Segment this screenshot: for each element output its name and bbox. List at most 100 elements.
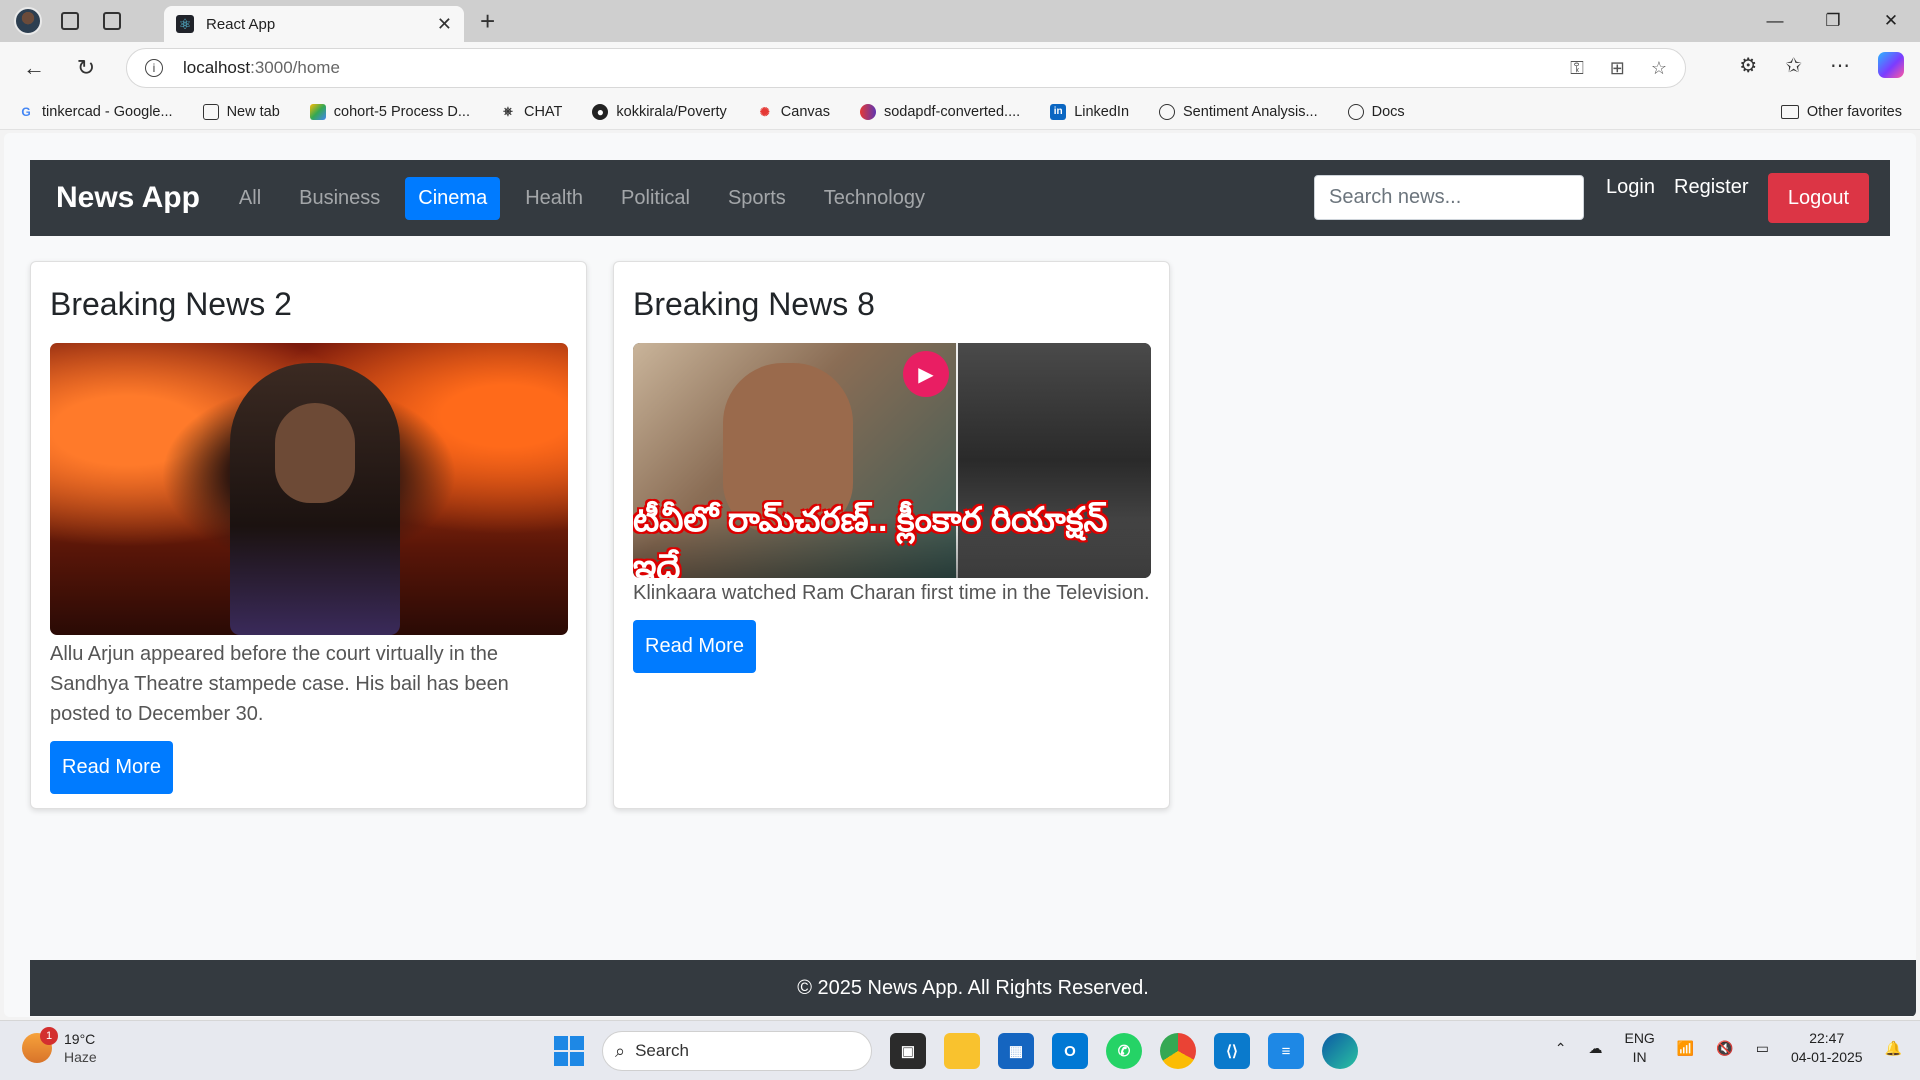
category-technology[interactable]: Technology	[811, 177, 938, 220]
vertical-tabs-icon[interactable]	[98, 7, 126, 35]
bookmark-item[interactable]: New tab	[202, 103, 280, 120]
start-tile	[570, 1036, 584, 1050]
folder-icon	[1780, 104, 1799, 119]
wifi-icon[interactable]: 📶	[1677, 1040, 1694, 1057]
weather-icon: 1	[22, 1027, 58, 1063]
bookmark-item[interactable]: Gtinkercad - Google...	[18, 103, 173, 120]
linkedin-icon: in	[1050, 103, 1067, 120]
notification-badge: 1	[40, 1027, 58, 1045]
speaker-muted-icon[interactable]: 🔇	[1716, 1040, 1733, 1057]
category-health[interactable]: Health	[512, 177, 596, 220]
close-window-icon[interactable]: ✕	[1862, 0, 1920, 42]
weather-widget[interactable]: 1 19°C Haze	[22, 1027, 97, 1066]
start-tile	[554, 1036, 568, 1050]
category-nav: All Business Cinema Health Political Spo…	[226, 176, 938, 220]
login-link[interactable]: Login	[1606, 176, 1655, 199]
card-description: Klinkaara watched Ram Charan first time …	[633, 582, 1150, 604]
news-card: Breaking News 2 Allu Arjun appeared befo…	[30, 261, 587, 809]
key-icon[interactable]: ⚿	[1570, 58, 1584, 79]
register-link[interactable]: Register	[1674, 176, 1748, 199]
bookmark-item[interactable]: ● kokkirala/Poverty	[592, 103, 727, 120]
address-bar[interactable]: i localhost:3000/home ⚿ ⊞ ☆	[126, 48, 1686, 88]
new-tab-icon[interactable]: +	[480, 6, 495, 37]
bookmark-item[interactable]: ✺ Canvas	[757, 104, 830, 120]
bookmark-label: CHAT	[523, 103, 563, 120]
apps-icon[interactable]: ⊞	[1610, 58, 1625, 79]
vscode-icon[interactable]: ⟨⟩	[1214, 1033, 1250, 1069]
close-tab-icon[interactable]: ✕	[437, 14, 452, 35]
outlook-icon[interactable]: O	[1052, 1033, 1088, 1069]
minimize-icon[interactable]: —	[1746, 0, 1804, 42]
taskbar-search[interactable]: ⌕ Search	[602, 1031, 872, 1071]
battery-icon[interactable]: ▭	[1756, 1040, 1769, 1057]
search-input[interactable]	[1314, 175, 1584, 220]
bookmark-label: tinkercad - Google...	[42, 103, 173, 120]
more-menu-icon[interactable]: ⋯	[1830, 53, 1850, 78]
sodapdf-icon	[859, 103, 876, 120]
category-all[interactable]: All	[226, 177, 274, 220]
category-sports[interactable]: Sports	[715, 177, 799, 220]
edge-icon[interactable]	[1322, 1033, 1358, 1069]
category-business[interactable]: Business	[286, 177, 393, 220]
read-more-button[interactable]: Read More	[50, 741, 173, 794]
bookmark-item[interactable]: Sentiment Analysis...	[1159, 103, 1318, 120]
back-icon[interactable]: ←	[16, 50, 52, 86]
bookmark-item[interactable]: Docs	[1347, 103, 1405, 120]
clock-time: 22:47	[1809, 1030, 1845, 1046]
card-title: Breaking News 8	[633, 286, 875, 322]
taskbar-search-label: Search	[635, 1041, 689, 1060]
read-more-button[interactable]: Read More	[633, 620, 756, 673]
other-favorites[interactable]: Other favorites	[1780, 103, 1902, 120]
bookmark-item[interactable]: in LinkedIn	[1050, 103, 1129, 120]
bookmark-item[interactable]: cohort-5 Process D...	[309, 103, 470, 120]
copilot-icon[interactable]	[1878, 52, 1904, 78]
url-text: localhost:3000/home	[183, 58, 340, 78]
notifications-icon[interactable]: 🔔	[1885, 1040, 1902, 1057]
globe-icon	[1347, 103, 1364, 120]
bookmark-item[interactable]: sodapdf-converted....	[859, 103, 1020, 120]
canvas-icon: ✺	[759, 104, 770, 119]
weather-condition: Haze	[64, 1049, 97, 1065]
category-political[interactable]: Political	[608, 177, 703, 220]
image-caption: టీవీలో రామ్‌చరణ్.. క్లీంకార రియాక్షన్ ఇద…	[633, 501, 1151, 578]
browser-tab[interactable]: ⚛ React App ✕	[164, 6, 464, 42]
browser-toolbar: ⚙ ✩ ⋯	[1739, 52, 1904, 78]
clock[interactable]: 22:47 04-01-2025	[1791, 1029, 1863, 1067]
google-icon: G	[21, 104, 31, 119]
language-indicator[interactable]: ENG IN	[1624, 1029, 1654, 1067]
workspaces-icon[interactable]	[56, 7, 84, 35]
other-favorites-label: Other favorites	[1806, 103, 1902, 120]
file-explorer-icon[interactable]	[944, 1033, 980, 1069]
globe-icon	[1159, 103, 1176, 120]
whatsapp-icon[interactable]: ✆	[1106, 1033, 1142, 1069]
avatar	[14, 7, 42, 35]
site-info-icon[interactable]: i	[145, 59, 163, 77]
profile-avatar[interactable]	[14, 7, 42, 35]
task-view-icon[interactable]: ▣	[890, 1033, 926, 1069]
chrome-icon[interactable]	[1160, 1033, 1196, 1069]
card-description: Allu Arjun appeared before the court vir…	[50, 643, 509, 725]
bookmark-item[interactable]: ⎈ CHAT	[500, 104, 562, 120]
store-icon[interactable]: ▦	[998, 1033, 1034, 1069]
onedrive-icon[interactable]: ☁	[1588, 1040, 1602, 1057]
brand-logo[interactable]: News App	[56, 181, 200, 215]
reload-icon[interactable]: ↻	[68, 50, 104, 86]
category-cinema[interactable]: Cinema	[405, 176, 501, 220]
restore-icon[interactable]: ❐	[1804, 0, 1862, 42]
favorite-star-icon[interactable]: ☆	[1651, 58, 1667, 79]
bookmark-label: Canvas	[780, 103, 830, 120]
start-tile	[554, 1052, 568, 1066]
bookmark-label: Docs	[1371, 103, 1405, 120]
clock-date: 04-01-2025	[1790, 1049, 1863, 1065]
favorites-icon[interactable]: ✩	[1785, 53, 1802, 78]
logout-button[interactable]: Logout	[1768, 173, 1869, 223]
news-image: ▶ టీవీలో రామ్‌చరణ్.. క్లీంకార రియాక్షన్ …	[633, 343, 1151, 578]
chevron-up-icon[interactable]: ⌃	[1555, 1040, 1567, 1057]
extensions-icon[interactable]: ⚙	[1739, 53, 1757, 78]
notepad-icon[interactable]: ≡	[1268, 1033, 1304, 1069]
window-controls: — ❐ ✕	[1746, 0, 1920, 42]
start-icon[interactable]	[554, 1036, 584, 1066]
bookmark-label: cohort-5 Process D...	[333, 103, 470, 120]
github-icon: ●	[592, 103, 609, 120]
app-navbar: News App All Business Cinema Health Poli…	[30, 160, 1890, 236]
